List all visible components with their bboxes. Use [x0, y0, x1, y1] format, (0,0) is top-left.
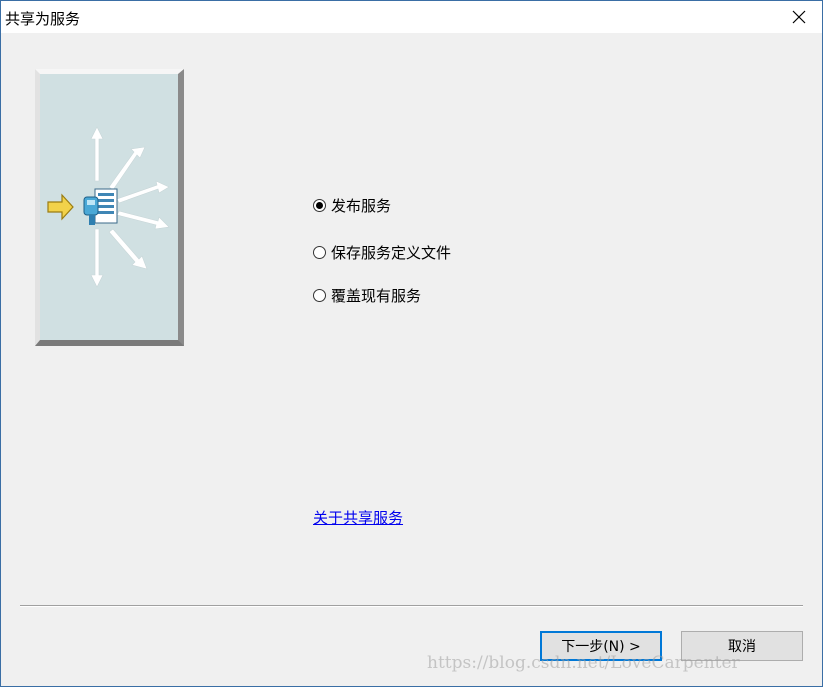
- option-label: 覆盖现有服务: [331, 287, 422, 305]
- option-publish-service[interactable]: 发布服务: [313, 195, 391, 216]
- cancel-button[interactable]: 取消: [681, 631, 803, 661]
- share-service-illustration: [35, 69, 184, 346]
- window-title: 共享为服务: [5, 10, 81, 28]
- option-overwrite-service[interactable]: 覆盖现有服务: [313, 285, 421, 306]
- option-label: 发布服务: [331, 197, 392, 215]
- radio-publish-service[interactable]: [313, 199, 326, 212]
- service-broadcast-icon: [47, 126, 170, 288]
- about-sharing-services-link[interactable]: 关于共享服务: [313, 507, 403, 528]
- next-button[interactable]: 下一步(N) >: [540, 631, 662, 661]
- footer-divider: [20, 605, 803, 607]
- title-bar: 共享为服务: [1, 1, 822, 33]
- close-icon: [792, 10, 806, 24]
- close-button[interactable]: [776, 1, 822, 33]
- radio-overwrite-service[interactable]: [313, 289, 326, 302]
- option-label: 保存服务定义文件: [331, 244, 452, 262]
- option-save-definition-file[interactable]: 保存服务定义文件: [313, 242, 451, 263]
- share-as-service-dialog: 共享为服务 发布服务 保存服务定义文件 覆盖现有服务 关于共享服务 下一步(N)…: [0, 0, 823, 687]
- radio-save-definition-file[interactable]: [313, 246, 326, 259]
